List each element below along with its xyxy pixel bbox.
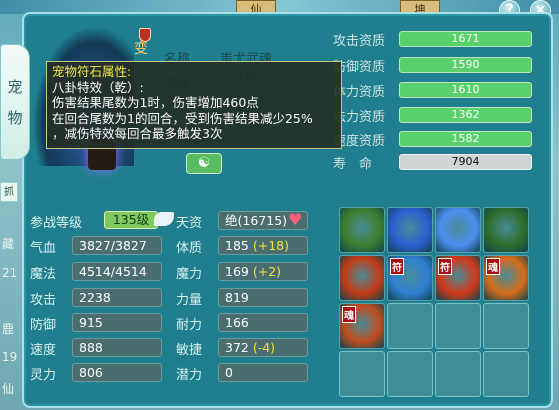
- stat-value: 888: [72, 338, 162, 357]
- stat-label: 攻击: [30, 293, 57, 308]
- aptitude-value: 1590: [399, 57, 532, 73]
- muscle-soul-skill-icon: 魂: [340, 304, 384, 348]
- fire-sword-skill-icon: 符: [436, 256, 480, 300]
- boot-skill-icon: [340, 208, 384, 252]
- hand-skill-icon: [484, 208, 528, 252]
- fire-soul-skill-icon: 魂: [484, 256, 528, 300]
- aptitude-label: 攻击资质: [333, 34, 386, 49]
- stat-value: 166: [218, 313, 308, 332]
- battle-level-value: 135级: [104, 211, 158, 229]
- aptitude-value: 1582: [399, 131, 532, 147]
- stat-label: 耐力: [176, 318, 203, 333]
- stat-value: 806: [72, 363, 162, 382]
- stat-label: 气血: [30, 241, 57, 256]
- heart-skill-icon: [436, 208, 480, 252]
- stat-value: 185 (+18): [218, 236, 308, 255]
- aptitude-value: 1610: [399, 82, 532, 98]
- stone-tooltip: 宠物符石属性: 八卦特效（乾）: 伤害结果尾数为1时，伤害增加460点 在回合尾…: [46, 61, 342, 149]
- stat-label: 体质: [176, 241, 203, 256]
- empty-skill-slot: [483, 303, 529, 349]
- stat-value: 0: [218, 363, 308, 382]
- tooltip-line-3: 在回合尾数为1的回合，受到伤害结果减少25%: [52, 110, 313, 126]
- stat-value: 372 (-4): [218, 338, 308, 357]
- tooltip-line-4: ，减伤特效每回合最多触发3次: [52, 126, 223, 141]
- stat-label: 潜力: [176, 368, 203, 383]
- aptitude-value: 7904: [399, 154, 532, 170]
- side-tab-char-1: 宠: [7, 78, 23, 96]
- skill-tag: 魂: [484, 256, 528, 300]
- empty-skill-slot: [339, 351, 385, 397]
- stat-label: 速度: [30, 343, 57, 358]
- stat-label: 魔法: [30, 267, 57, 282]
- skill-tag: 魂: [340, 304, 384, 348]
- aptitude-value: 1362: [399, 107, 532, 123]
- skill-slot[interactable]: 符: [387, 255, 433, 301]
- skill-slot[interactable]: 魂: [339, 303, 385, 349]
- lightning-skill-icon: [388, 208, 432, 252]
- skill-grid: 符 符 魂 魂: [339, 207, 529, 397]
- left-edge-text-3: 鹿: [2, 322, 15, 336]
- stat-label: 敏捷: [176, 343, 203, 358]
- stat-bonus: (+18): [252, 238, 289, 253]
- tooltip-title: 宠物符石属性:: [52, 64, 132, 79]
- empty-skill-slot: [435, 351, 481, 397]
- stat-base: 169: [225, 264, 249, 279]
- stat-base: 185: [225, 238, 249, 253]
- left-edge-text-2: 21: [2, 266, 18, 280]
- stat-value: 3827/3827: [72, 236, 162, 255]
- stat-value: 4514/4514: [72, 262, 162, 281]
- empty-skill-slot: [483, 351, 529, 397]
- aptitude-row: 寿 命 7904: [333, 153, 536, 172]
- ice-skill-icon: 符: [388, 256, 432, 300]
- stat-bonus: (-4): [252, 340, 276, 355]
- skill-slot[interactable]: 符: [435, 255, 481, 301]
- aptitude-label: 寿 命: [333, 157, 373, 172]
- catch-button[interactable]: 抓: [0, 182, 18, 202]
- aptitude-row: 速度资质 1582: [333, 130, 536, 149]
- stat-value: 2238: [72, 288, 162, 307]
- stat-bonus: (+2): [252, 264, 282, 279]
- aptitude-row: 防御资质 1590: [333, 56, 536, 75]
- skill-tag: 符: [436, 256, 480, 300]
- left-edge-text-5: 仙: [2, 382, 15, 396]
- skill-slot[interactable]: [387, 207, 433, 253]
- empty-skill-slot: [435, 303, 481, 349]
- battle-level-label: 参战等级: [30, 216, 83, 231]
- skill-slot[interactable]: [435, 207, 481, 253]
- stat-label: 防御: [30, 318, 57, 333]
- stat-label: 力量: [176, 293, 203, 308]
- side-tab-char-2: 物: [7, 109, 23, 127]
- aptitude-value: 1671: [399, 31, 532, 47]
- aptitude-row: 攻击资质 1671: [333, 30, 536, 49]
- stat-value: 169 (+2): [218, 262, 308, 281]
- skill-slot[interactable]: 魂: [483, 255, 529, 301]
- left-edge-text-4: 19: [2, 350, 18, 364]
- stat-base: 372: [225, 340, 249, 355]
- skill-slot[interactable]: [339, 207, 385, 253]
- skill-slot[interactable]: [483, 207, 529, 253]
- side-tab-pet[interactable]: 宠 物: [0, 44, 30, 160]
- pet-mark: 变: [134, 41, 148, 57]
- empty-skill-slot: [387, 351, 433, 397]
- heart-icon[interactable]: ♥: [288, 212, 305, 228]
- empty-skill-slot: [387, 303, 433, 349]
- left-edge-text-1: 藏: [2, 237, 15, 251]
- stat-value: 819: [218, 288, 308, 307]
- tooltip-line-2: 伤害结果尾数为1时，伤害增加460点: [52, 95, 259, 110]
- stat-label: 魔力: [176, 267, 203, 282]
- aptitude-row: 法力资质 1362: [333, 106, 536, 125]
- skill-tag: 符: [388, 256, 432, 300]
- stat-label: 灵力: [30, 368, 57, 383]
- tooltip-line-1: 八卦特效（乾）:: [52, 79, 144, 95]
- talent-label: 天资: [176, 216, 203, 231]
- skill-slot[interactable]: [339, 255, 385, 301]
- yinyang-button[interactable]: ☯: [186, 153, 222, 174]
- claw-skill-icon: [340, 256, 384, 300]
- aptitude-row: 体力资质 1610: [333, 81, 536, 100]
- stat-value: 915: [72, 313, 162, 332]
